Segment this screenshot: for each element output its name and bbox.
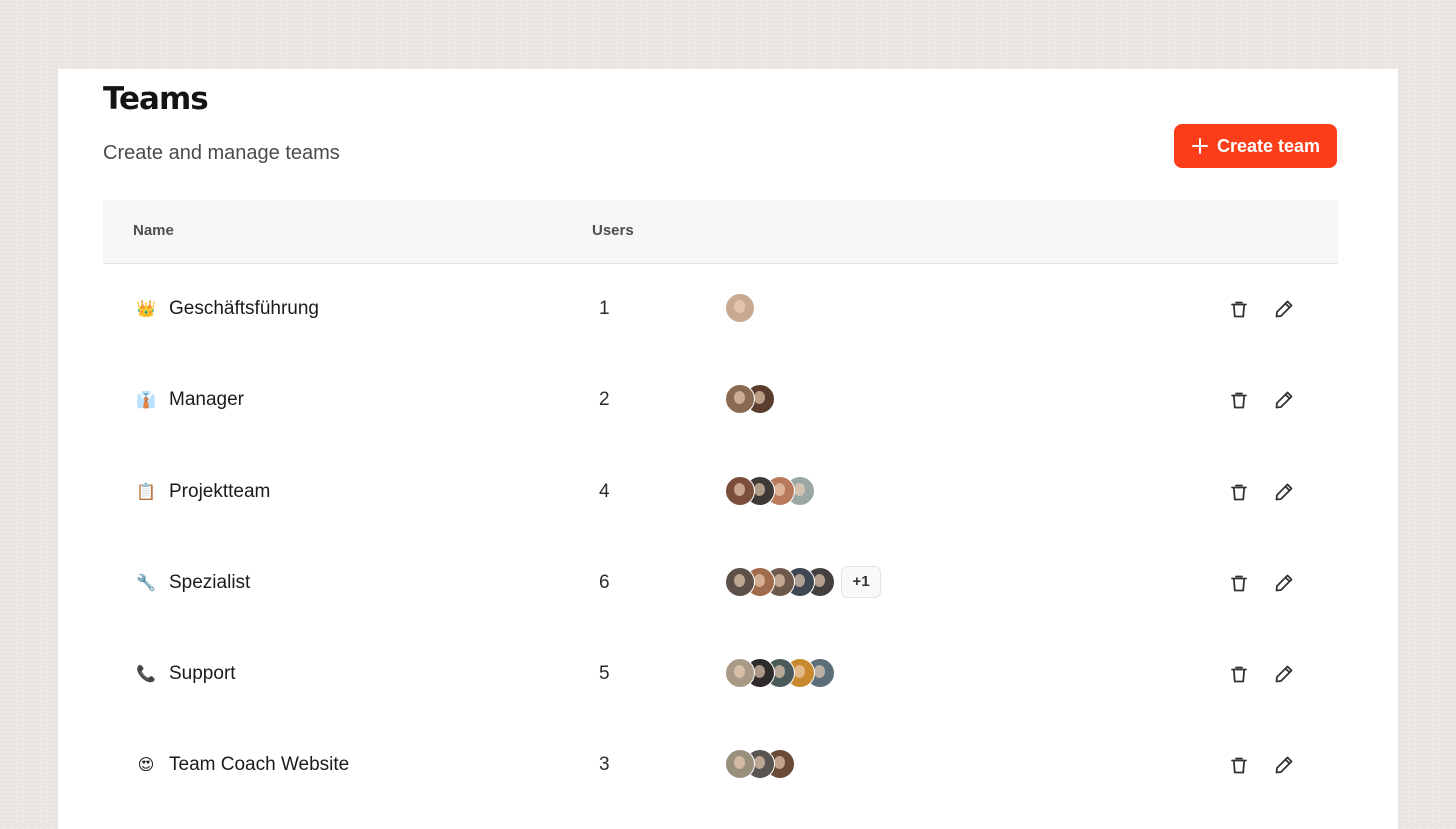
avatar[interactable] xyxy=(725,566,755,597)
avatar[interactable] xyxy=(725,293,755,323)
column-header-name[interactable]: Name xyxy=(133,222,174,239)
table-body: 👑 Geschäftsführung 1 👔 Manager 2 📋 Proje… xyxy=(103,264,1338,812)
edit-team-button[interactable] xyxy=(1273,481,1295,503)
page-title: Teams xyxy=(103,81,209,117)
table-row[interactable]: 📋 Projektteam 4 xyxy=(103,447,1338,538)
trash-icon xyxy=(1231,484,1247,500)
delete-team-button[interactable] xyxy=(1228,298,1250,320)
avatar-group[interactable] xyxy=(725,475,815,507)
table-row[interactable]: 📞 Support 5 xyxy=(103,629,1338,720)
avatar-group[interactable] xyxy=(725,748,795,780)
avatar-group[interactable] xyxy=(725,657,835,689)
table-row[interactable]: 😍 Team Coach Website 3 xyxy=(103,720,1338,811)
more-users-badge[interactable]: +1 xyxy=(841,565,881,598)
table-row[interactable]: 🔧 Spezialist 6 +1 xyxy=(103,538,1338,629)
team-name[interactable]: Geschäftsführung xyxy=(169,298,319,320)
avatar-group[interactable] xyxy=(725,383,775,415)
team-emoji-icon: 📋 xyxy=(136,483,156,501)
avatar[interactable] xyxy=(725,475,755,506)
edit-team-button[interactable] xyxy=(1273,298,1295,320)
trash-icon xyxy=(1231,758,1247,774)
table-row[interactable]: 👔 Manager 2 xyxy=(103,355,1338,446)
pencil-icon xyxy=(1275,574,1293,592)
trash-icon xyxy=(1231,301,1247,318)
pencil-icon xyxy=(1275,665,1293,683)
column-header-users[interactable]: Users xyxy=(592,222,634,239)
team-emoji-icon: 👑 xyxy=(136,301,156,318)
delete-team-button[interactable] xyxy=(1228,754,1250,776)
plus-icon xyxy=(1191,137,1209,155)
pencil-icon xyxy=(1275,391,1293,409)
edit-team-button[interactable] xyxy=(1273,389,1295,411)
page-subtitle: Create and manage teams xyxy=(103,142,340,164)
team-user-count: 4 xyxy=(599,480,610,502)
avatar-group[interactable]: +1 xyxy=(725,565,881,598)
create-team-button[interactable]: Create team xyxy=(1174,124,1337,168)
create-team-label: Create team xyxy=(1216,135,1321,156)
trash-icon xyxy=(1231,666,1247,683)
team-user-count: 5 xyxy=(599,663,610,685)
avatar-group[interactable] xyxy=(725,292,755,324)
pencil-icon xyxy=(1275,757,1293,774)
team-name[interactable]: Team Coach Website xyxy=(169,754,349,776)
team-name[interactable]: Support xyxy=(169,663,236,685)
team-user-count: 2 xyxy=(599,389,610,411)
team-user-count: 3 xyxy=(599,754,610,776)
team-emoji-icon: 📞 xyxy=(136,666,156,684)
edit-team-button[interactable] xyxy=(1273,754,1295,776)
avatar[interactable] xyxy=(725,658,755,689)
teams-table: Name Users 👑 Geschäftsführung 1 👔 Manage… xyxy=(103,200,1338,812)
team-emoji-icon: 🔧 xyxy=(136,574,156,592)
team-user-count: 1 xyxy=(599,298,610,319)
team-emoji-icon: 😍 xyxy=(137,757,155,775)
table-header: Name Users xyxy=(103,200,1338,264)
team-name[interactable]: Projektteam xyxy=(169,481,270,503)
pencil-icon xyxy=(1275,300,1293,318)
team-name[interactable]: Spezialist xyxy=(169,572,250,594)
teams-card: Teams Create and manage teams Create tea… xyxy=(58,69,1398,829)
pencil-icon xyxy=(1275,483,1293,500)
team-name[interactable]: Manager xyxy=(169,389,244,411)
trash-icon xyxy=(1231,575,1247,592)
edit-team-button[interactable] xyxy=(1273,663,1295,685)
team-user-count: 6 xyxy=(599,571,610,593)
delete-team-button[interactable] xyxy=(1228,481,1250,503)
table-row[interactable]: 👑 Geschäftsführung 1 xyxy=(103,264,1338,355)
delete-team-button[interactable] xyxy=(1228,572,1250,594)
delete-team-button[interactable] xyxy=(1228,389,1250,411)
trash-icon xyxy=(1231,392,1247,409)
team-emoji-icon: 👔 xyxy=(136,392,156,410)
edit-team-button[interactable] xyxy=(1273,572,1295,594)
delete-team-button[interactable] xyxy=(1228,663,1250,685)
